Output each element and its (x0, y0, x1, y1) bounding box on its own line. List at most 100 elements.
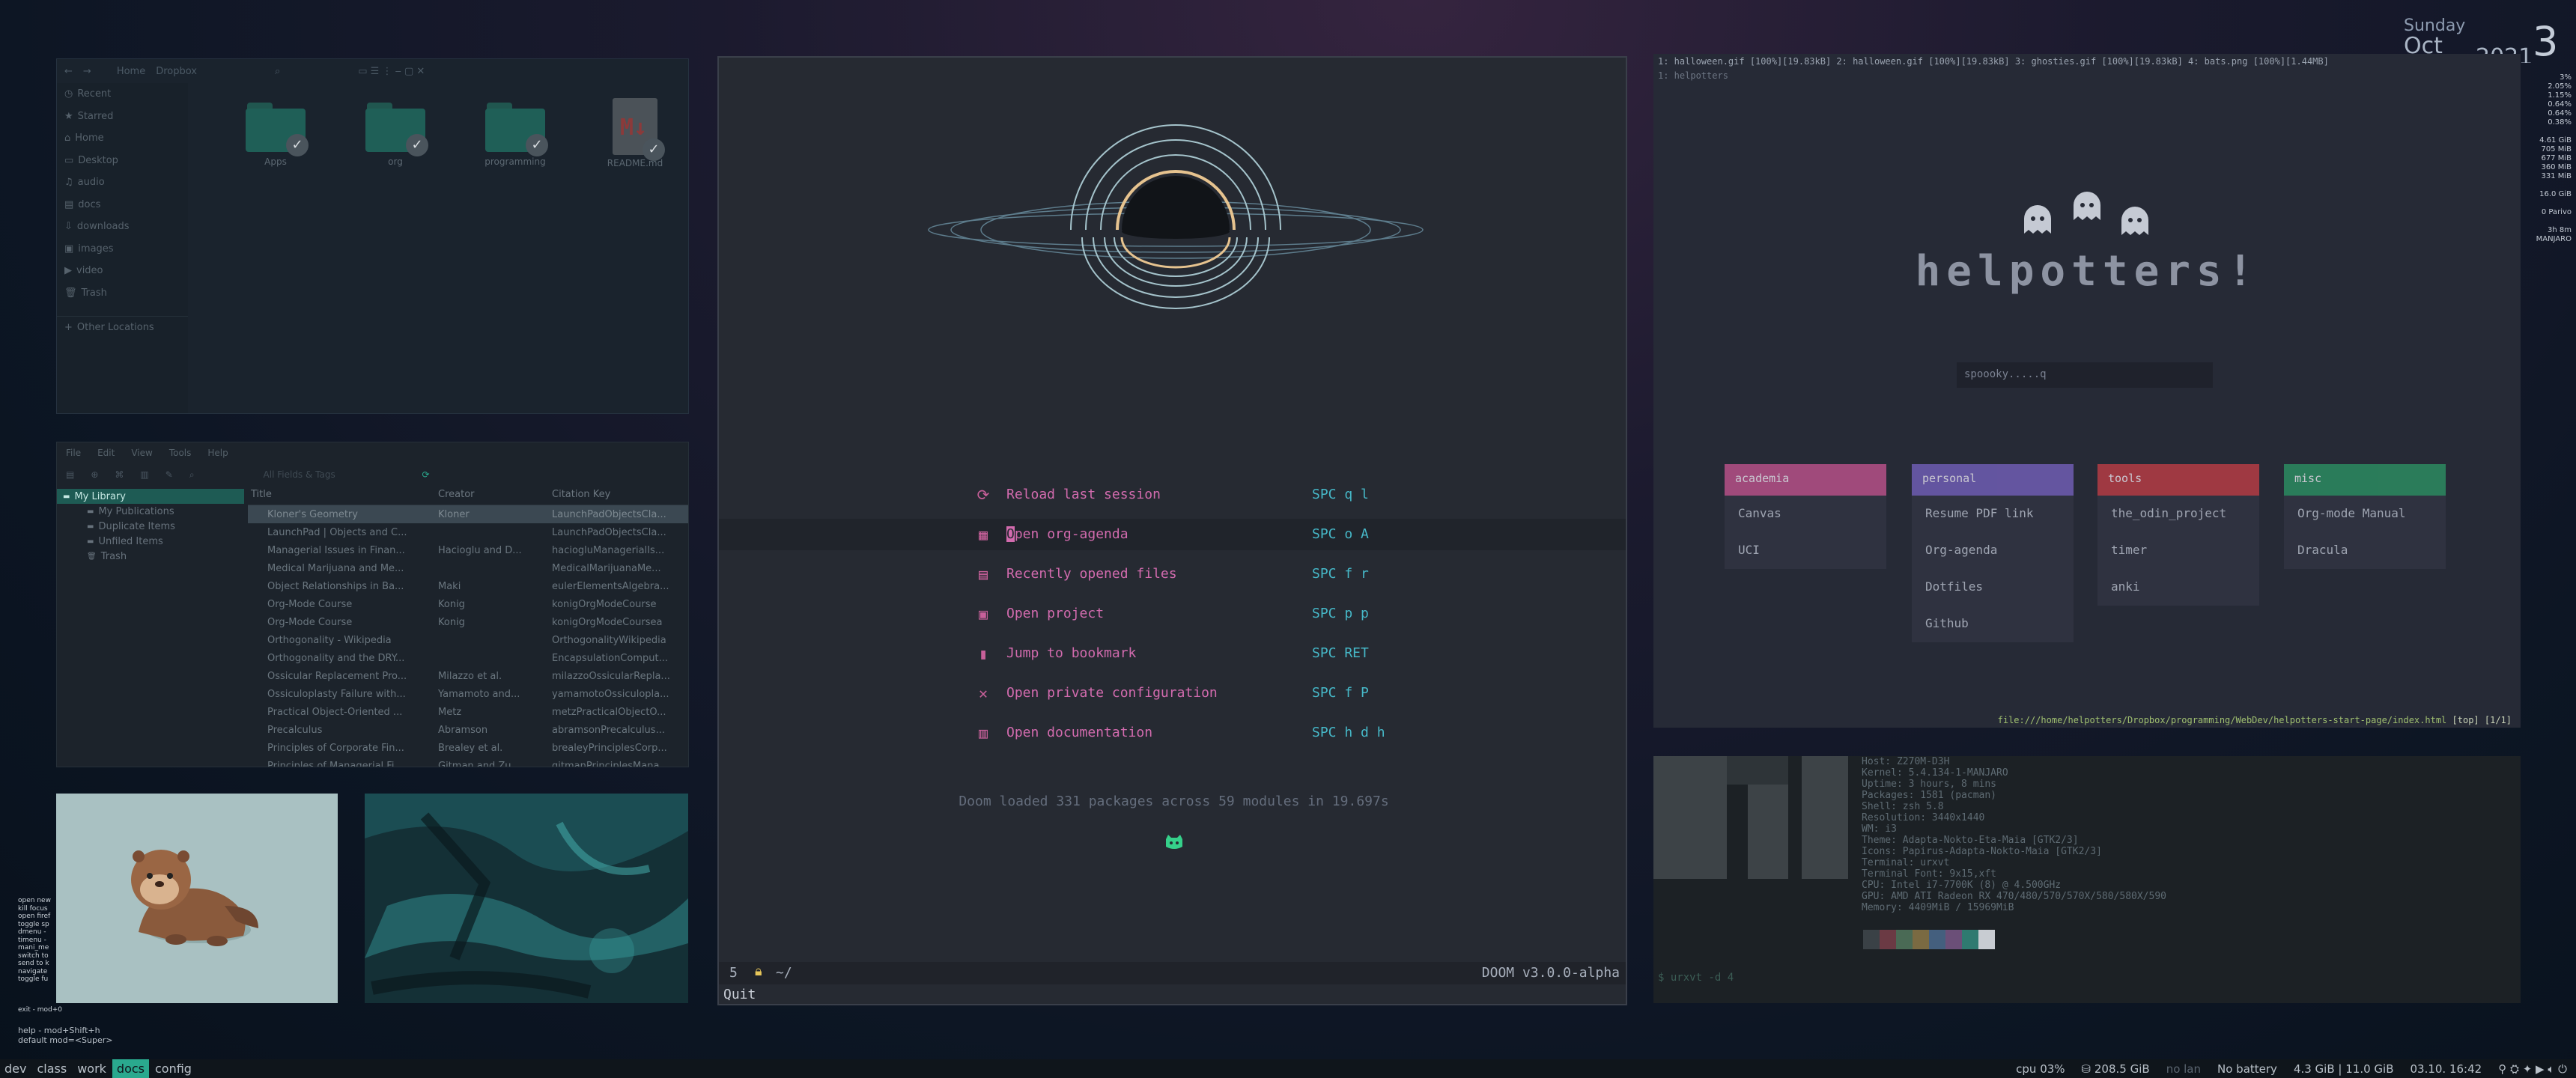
forward-icon[interactable]: → (83, 66, 91, 77)
browser-tabs[interactable]: 1: halloween.gif [100%][19.83kB] 2: hall… (1653, 54, 2521, 69)
table-cell: Object Relationships in Ba... (267, 580, 404, 592)
table-cell: Maki (438, 580, 461, 592)
card-link[interactable]: Org-mode Manual (2284, 496, 2446, 532)
card-link[interactable]: UCI (1725, 532, 1886, 569)
workspace-class[interactable]: class (32, 1059, 71, 1078)
table-row[interactable]: Precalculus Abramson abramsonPrecalculus..… (248, 721, 688, 739)
sidebar-item-other-locations[interactable]: + Other Locations (57, 316, 188, 338)
column-creator[interactable]: Creator (434, 489, 541, 505)
table-row[interactable]: Principles of Managerial Fi... Gitman and… (248, 757, 688, 767)
table-cell: OrthogonalityWikipedia (552, 634, 666, 646)
card-link[interactable]: Org-agenda (1912, 532, 2074, 569)
stat-line: 705 MiB (2541, 145, 2572, 153)
search-icon[interactable]: ⌕ (275, 66, 280, 77)
zotero-collection-tree: ▬ My Library ▬ My Publications ▬ Duplicate It… (57, 489, 244, 767)
workspace-work[interactable]: work (73, 1059, 111, 1078)
sidebar-item-video[interactable]: ▶ video (57, 260, 188, 282)
column-citation-key[interactable]: Citation Key (541, 489, 688, 505)
folder-icon: ▬ (87, 507, 94, 516)
sidebar-item-docs[interactable]: ▤ docs (57, 194, 188, 216)
file-readme[interactable]: M↓ ✓ README.md (590, 98, 680, 168)
menu-help[interactable]: Help (207, 448, 228, 458)
sidebar-item-audio[interactable]: ♫ audio (57, 171, 188, 194)
sidebar-item-downloads[interactable]: ⇩ downloads (57, 216, 188, 238)
breadcrumb-home[interactable]: Home (117, 66, 145, 77)
sidebar-item-images[interactable]: ▣ images (57, 238, 188, 261)
dashboard-item-jump-to-bookmark[interactable]: ▮ Jump to bookmark SPC RET (719, 638, 1626, 669)
sidebar-item-trash[interactable]: 🗑︎ Trash (57, 282, 188, 305)
workspace-dev[interactable]: dev (0, 1059, 31, 1078)
dashboard-item-open-project[interactable]: ▣ Open project SPC p p (719, 598, 1626, 630)
folder-apps[interactable]: ✓ Apps (231, 103, 321, 167)
table-row[interactable]: Org-Mode Course Konig konigOrgModeCourse (248, 595, 688, 613)
minibuffer[interactable]: Quit (719, 984, 1626, 1004)
search-input[interactable]: All Fields & Tags (264, 469, 376, 480)
doom-footer-icon[interactable] (1164, 833, 1185, 851)
collection-duplicate-items[interactable]: ▬ Duplicate Items (57, 519, 244, 534)
attach-icon[interactable]: ⌘ (115, 469, 124, 480)
sidebar-item-desktop[interactable]: ▭ Desktop (57, 150, 188, 172)
stat-line: 360 MiB (2541, 163, 2572, 171)
dashboard-item-open-private-configuration[interactable]: ✕ Open private configuration SPC f P (719, 677, 1626, 709)
stat-line: 3h 8m (2548, 226, 2572, 234)
workspace-config[interactable]: config (151, 1059, 196, 1078)
locate-icon[interactable]: ✎ (165, 469, 173, 480)
card-link[interactable]: Github (1912, 606, 2074, 642)
menu-file[interactable]: File (66, 448, 81, 458)
dashboard-item-open-org-agenda[interactable]: ▦ Open org-agenda SPC o A (719, 519, 1626, 550)
terminal-prompt[interactable]: $ urxvt -d 4 (1658, 972, 1734, 984)
table-row[interactable]: Orthogonality - Wikipedia OrthogonalityWi… (248, 631, 688, 649)
column-title[interactable]: Title (248, 489, 434, 505)
breadcrumb-dropbox[interactable]: Dropbox (156, 66, 197, 77)
table-row[interactable]: Practical Object-Oriented ... Metz metzPra… (248, 703, 688, 721)
card-link[interactable]: anki (2097, 569, 2259, 606)
card-link[interactable]: Dracula (2284, 532, 2446, 569)
back-icon[interactable]: ← (64, 66, 73, 77)
table-row[interactable]: Org-Mode Course Konig konigOrgModeCoursea (248, 613, 688, 631)
neofetch-line: Packages: 1581 (pacman) (1862, 790, 1997, 801)
collection-my-publications[interactable]: ▬ My Publications (57, 504, 244, 519)
menu-edit[interactable]: Edit (97, 448, 115, 458)
table-row[interactable]: Orthogonality and the DRY... Encapsulatio… (248, 649, 688, 667)
collection-unfiled-items[interactable]: ▬ Unfiled Items (57, 534, 244, 549)
tray-icons[interactable]: ⚲ ⛭ ✦ ▶ 🔈︎ ⏻ (2498, 1062, 2567, 1076)
search-input[interactable]: spoooky.....q (1957, 362, 2213, 388)
workspace-docs[interactable]: docs (112, 1059, 149, 1078)
table-row[interactable]: Ossicular Replacement Pro... Milazzo et a… (248, 667, 688, 685)
card-link[interactable]: timer (2097, 532, 2259, 569)
table-row[interactable]: LaunchPad | Objects and C... LaunchPadObj… (248, 523, 688, 541)
card-link[interactable]: the_odin_project (2097, 496, 2259, 532)
menu-view[interactable]: View (131, 448, 152, 458)
dashboard-item-reload-last-session[interactable]: ⟳ Reload last session SPC q l (719, 479, 1626, 511)
table-row[interactable]: Medical Marijuana and Me... MedicalMariju… (248, 559, 688, 577)
folder-programming[interactable]: ✓ programming (470, 103, 560, 167)
sidebar-item-recent[interactable]: ◷ Recent (57, 83, 188, 106)
note-icon[interactable]: ▥ (140, 469, 148, 480)
card-link[interactable]: Dotfiles (1912, 569, 2074, 606)
table-cell: Gitman and Zu... (438, 760, 520, 767)
table-row[interactable]: Kloner's Geometry Kloner LaunchPadObjectsC… (248, 505, 688, 523)
sidebar-item-home[interactable]: ⌂ Home (57, 127, 188, 150)
folder-org[interactable]: ✓ org (350, 103, 440, 167)
window-controls[interactable]: ▭ ☰ ⋮ ‒ ▢ ✕ (358, 66, 425, 77)
card-link[interactable]: Resume PDF link (1912, 496, 2074, 532)
table-row[interactable]: Ossiculoplasty Failure with... Yamamoto a… (248, 685, 688, 703)
new-collection-icon[interactable]: ▤ (66, 469, 74, 480)
card-link[interactable]: Canvas (1725, 496, 1886, 532)
collection-my-library[interactable]: ▬ My Library (57, 489, 244, 504)
hint-line: open firef (18, 913, 51, 920)
table-row[interactable]: Object Relationships in Ba... Maki eulerEl… (248, 577, 688, 595)
sidebar-item-starred[interactable]: ★ Starred (57, 106, 188, 128)
menu-tools[interactable]: Tools (169, 448, 192, 458)
memory-usage: 4.3 GiB | 11.0 GiB (2293, 1062, 2394, 1076)
table-cell: Ossiculoplasty Failure with... (267, 688, 406, 700)
table-row[interactable]: Principles of Corporate Fin... Brealey et… (248, 739, 688, 757)
sync-icon[interactable]: ⟳ (422, 469, 430, 480)
table-row[interactable]: Managerial Issues in Finan... Hacioglu an… (248, 541, 688, 559)
file-manager-header: ← → Home Dropbox ⌕ ▭ ☰ ⋮ ‒ ▢ ✕ (57, 59, 688, 83)
new-item-icon[interactable]: ⊕ (91, 469, 98, 480)
collection-trash[interactable]: 🗑︎ Trash (57, 549, 244, 564)
dashboard-item-recently-opened-files[interactable]: ▤ Recently opened files SPC f r (719, 558, 1626, 590)
dashboard-item-open-documentation[interactable]: ▥ Open documentation SPC h d h (719, 717, 1626, 749)
table-cell: Ossicular Replacement Pro... (267, 670, 407, 682)
